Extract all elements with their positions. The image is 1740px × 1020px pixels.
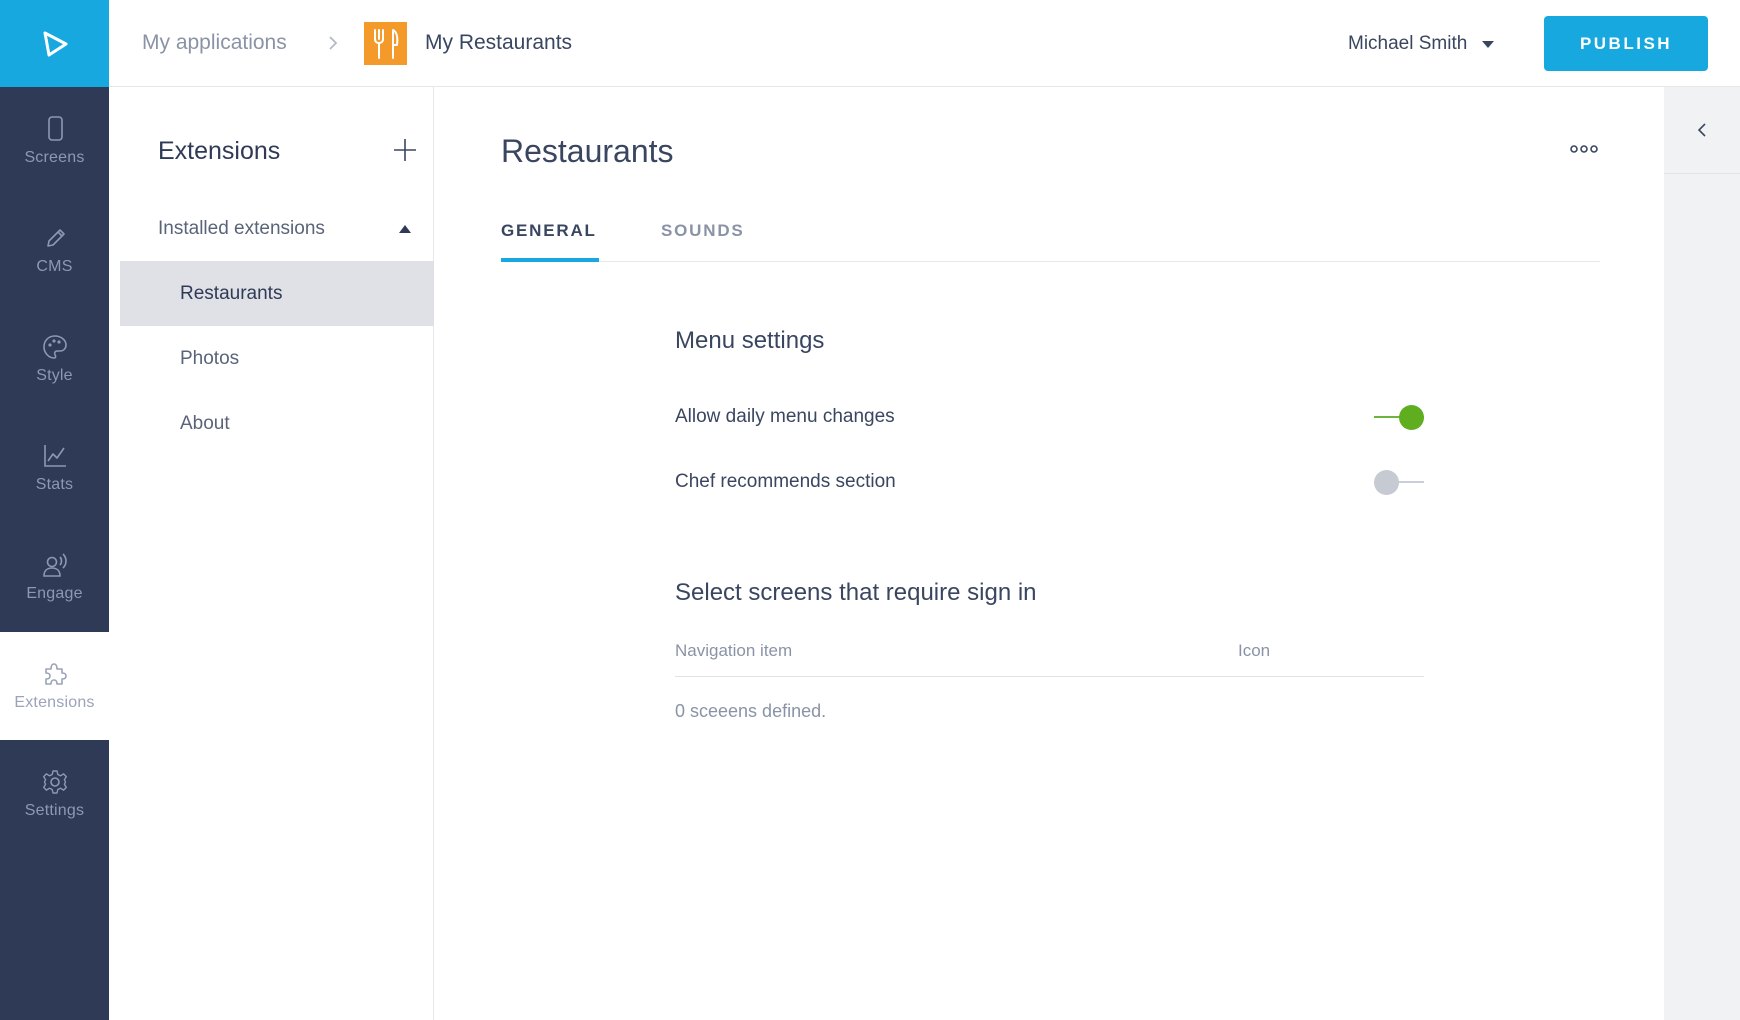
installed-extensions-label[interactable]: Installed extensions xyxy=(158,218,325,240)
toggle-chef-recommends[interactable] xyxy=(1374,468,1424,496)
right-side-panel xyxy=(1664,87,1740,1020)
extensions-title: Extensions xyxy=(158,137,281,165)
top-bar: My applications My Restaurants Michael S… xyxy=(109,0,1740,87)
setting-label-daily-menu: Allow daily menu changes xyxy=(675,406,895,427)
column-header-navigation-item: Navigation item xyxy=(675,641,793,660)
signin-table-header: Navigation item Icon xyxy=(675,641,1424,677)
extension-item-about[interactable]: About xyxy=(120,391,434,456)
extensions-panel: Extensions Installed extensions Restaura… xyxy=(109,87,434,1020)
nav-label: CMS xyxy=(36,258,73,275)
toggle-knob xyxy=(1374,470,1399,495)
nav-item-cms[interactable]: CMS xyxy=(0,196,109,304)
extension-item-label: About xyxy=(180,412,230,434)
user-name: Michael Smith xyxy=(1348,33,1468,54)
nav-item-screens[interactable]: Screens xyxy=(0,87,109,195)
plus-icon[interactable] xyxy=(392,137,418,163)
chevron-left-icon xyxy=(1697,123,1706,137)
nav-item-settings[interactable]: Settings xyxy=(0,740,109,848)
tab-sounds[interactable]: SOUNDS xyxy=(661,205,745,262)
nav-item-stats[interactable]: Stats xyxy=(0,414,109,522)
nav-label: Style xyxy=(36,367,73,384)
expand-panel-button[interactable] xyxy=(1664,87,1740,174)
tab-general[interactable]: GENERAL xyxy=(501,205,599,262)
extension-item-label: Photos xyxy=(180,347,240,369)
publish-button[interactable]: PUBLISH xyxy=(1544,16,1708,71)
menu-settings-title: Menu settings xyxy=(675,327,825,354)
more-options-icon[interactable] xyxy=(1569,143,1599,155)
caret-down-icon xyxy=(1482,40,1495,48)
extension-item-photos[interactable]: Photos xyxy=(120,326,434,391)
nav-item-extensions[interactable]: Extensions xyxy=(0,632,109,740)
toggle-knob xyxy=(1399,405,1424,430)
chevron-right-icon xyxy=(329,36,338,50)
caret-up-icon[interactable] xyxy=(398,224,412,234)
nav-label: Settings xyxy=(24,802,85,819)
palette-icon xyxy=(42,335,67,359)
breadcrumb-my-applications[interactable]: My applications xyxy=(142,31,287,55)
user-menu[interactable]: Michael Smith xyxy=(1348,33,1495,55)
nav-label: Extensions xyxy=(14,694,95,711)
nav-item-engage[interactable]: Engage xyxy=(0,523,109,631)
toggle-daily-menu-changes[interactable] xyxy=(1374,403,1424,431)
left-navigation: Screens CMS Style Stats Engage Extension… xyxy=(0,0,109,1020)
nav-item-style[interactable]: Style xyxy=(0,305,109,413)
page-title: Restaurants xyxy=(501,133,674,169)
nav-label: Engage xyxy=(26,585,83,602)
empty-screens-note: 0 sceeens defined. xyxy=(675,701,827,721)
phone-icon xyxy=(47,116,63,141)
puzzle-icon xyxy=(44,663,67,685)
extension-item-restaurants[interactable]: Restaurants xyxy=(120,261,434,326)
main-content: Restaurants GENERAL SOUNDS Menu settings… xyxy=(435,87,1664,1020)
tab-bar: GENERAL SOUNDS xyxy=(501,205,1600,262)
play-triangle-icon xyxy=(43,31,67,56)
app-logo[interactable] xyxy=(0,0,109,87)
line-chart-icon xyxy=(43,445,66,467)
nav-label: Stats xyxy=(35,476,74,493)
extension-item-label: Restaurants xyxy=(180,282,283,304)
nav-label: Screens xyxy=(24,149,85,166)
setting-label-chef-recommends: Chef recommends section xyxy=(675,471,896,492)
tab-label: SOUNDS xyxy=(661,221,745,240)
breadcrumb-current-app: My Restaurants xyxy=(425,31,573,54)
app-icon-tile xyxy=(364,22,407,65)
gear-icon xyxy=(42,770,67,794)
column-header-icon: Icon xyxy=(1238,641,1271,660)
fork-knife-icon xyxy=(373,28,398,59)
signin-screens-title: Select screens that require sign in xyxy=(675,579,1037,606)
tab-label: GENERAL xyxy=(501,221,597,240)
broadcast-user-icon xyxy=(42,553,67,577)
pencil-icon xyxy=(46,229,65,247)
